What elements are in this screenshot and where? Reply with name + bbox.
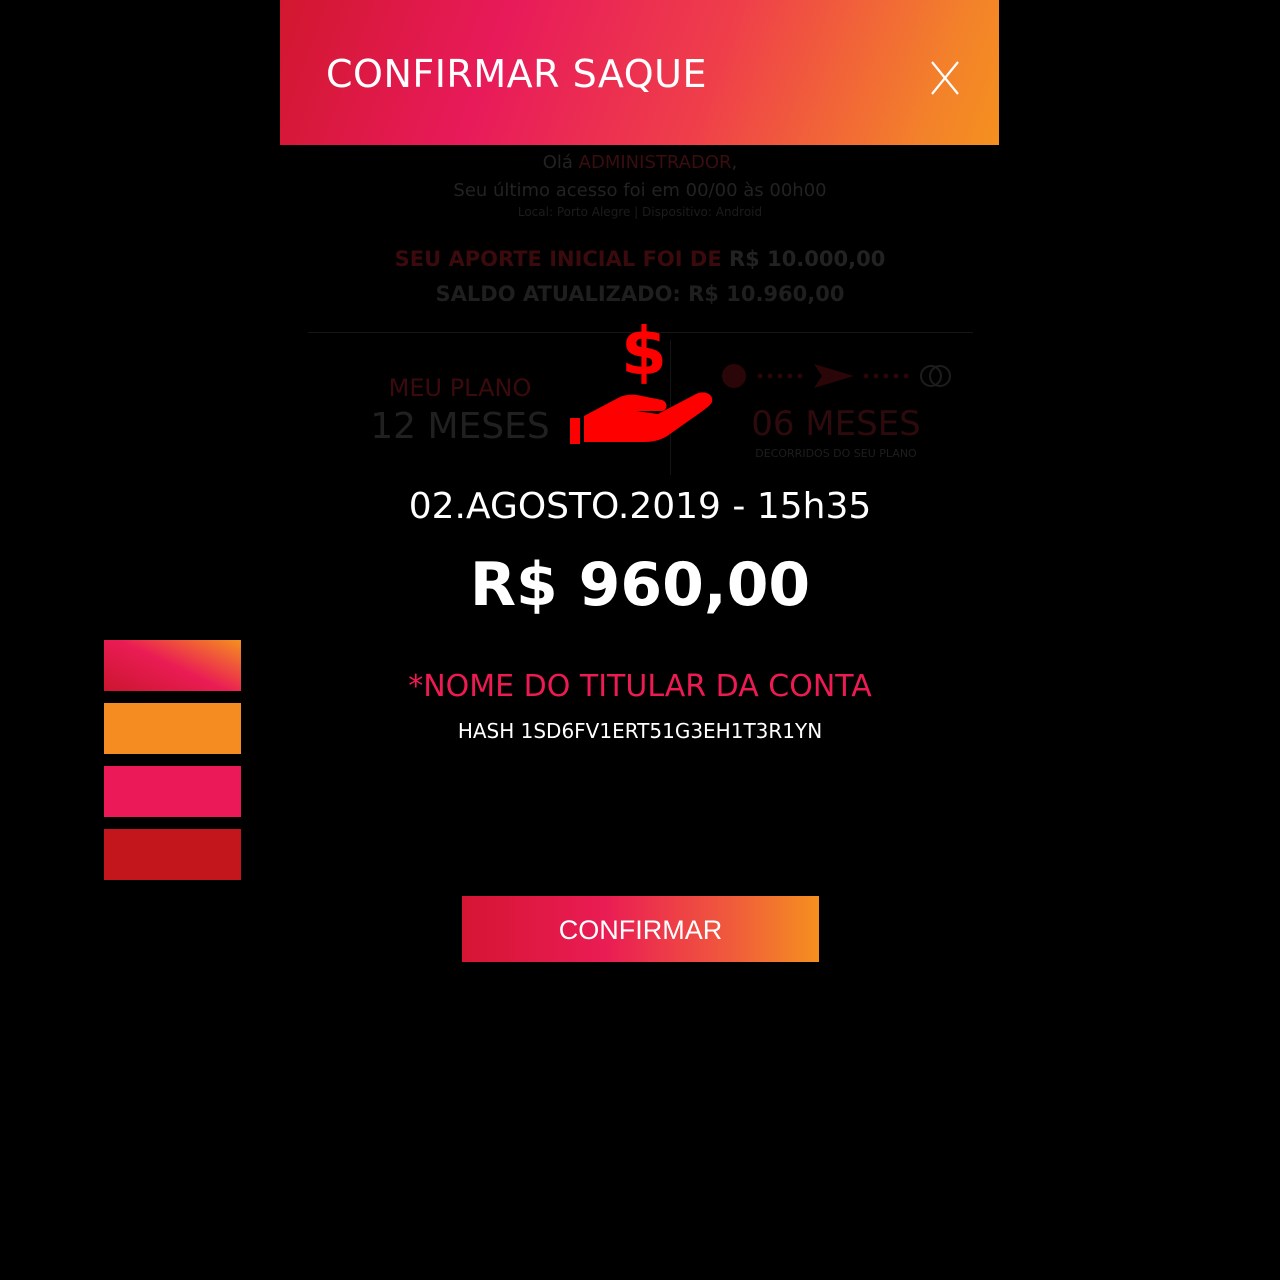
elapsed-value: 06 MESES [751, 404, 921, 444]
aporte-label: SEU APORTE INICIAL FOI DE [394, 247, 722, 271]
color-swatch-gradient [104, 640, 241, 691]
elapsed-label: DECORRIDOS DO SEU PLANO [755, 447, 917, 460]
color-swatch-red [104, 829, 241, 880]
last-access-text: Seu último acesso foi em 00/00 às 00h00 [453, 180, 827, 201]
plan-label: MEU PLANO [388, 374, 532, 402]
aporte-line: SEU APORTE INICIAL FOI DE R$ 10.000,00 [280, 247, 1000, 271]
close-button[interactable] [928, 58, 962, 98]
color-swatch-orange [104, 703, 241, 754]
svg-text:$: $ [621, 313, 667, 390]
plan-value: 12 MESES [370, 406, 550, 447]
modal-title: CONFIRMAR SAQUE [326, 52, 707, 96]
modal-header: CONFIRMAR SAQUE [280, 0, 999, 145]
color-swatch-pink [104, 766, 241, 817]
aporte-value: R$ 10.000,00 [728, 247, 886, 271]
withdrawal-amount: R$ 960,00 [469, 550, 811, 620]
withdrawal-datetime: 02.AGOSTO.2019 - 15h35 [408, 486, 872, 527]
page: Olá ADMINISTRADOR, Seu último acesso foi… [0, 0, 1280, 1280]
greeting: Olá ADMINISTRADOR, [280, 152, 1000, 173]
hand-holding-dollar-icon: $ [570, 313, 713, 444]
greeting-suffix: , [731, 152, 738, 173]
transaction-hash: HASH 1SD6FV1ERT51G3EH1T3R1YN [457, 719, 823, 743]
plan-progress-track [722, 364, 951, 388]
saldo-atualizado: SALDO ATUALIZADO: R$ 10.960,00 [435, 282, 845, 306]
account-holder-name: *NOME DO TITULAR DA CONTA [408, 669, 872, 704]
close-icon [931, 61, 959, 95]
greeting-prefix: Olá [542, 152, 573, 173]
greeting-user: ADMINISTRADOR [578, 152, 732, 173]
device-info: Local: Porto Alegre | Dispositivo: Andro… [517, 205, 763, 219]
confirm-button[interactable]: CONFIRMAR [462, 896, 819, 962]
